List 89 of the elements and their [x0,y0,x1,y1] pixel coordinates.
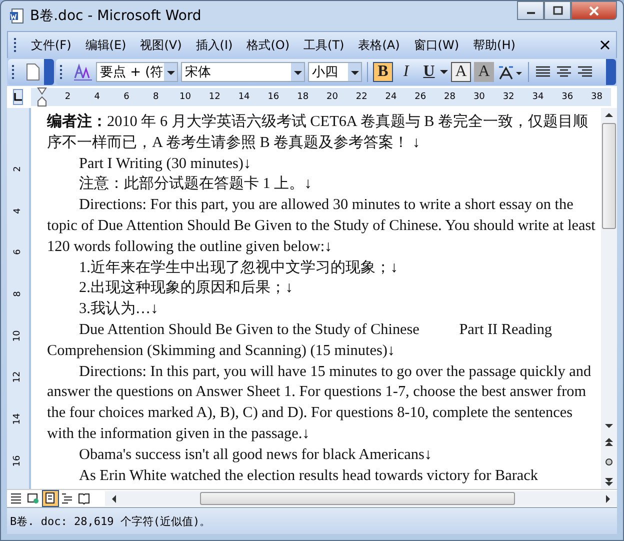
paragraph: Due Attention Should Be Given to the Study of Chinese Part II Reading Comprehension (Skimming and Scanning) (15 minutes)↓ [47,320,554,361]
ruler-number: 24 [385,92,397,102]
web-layout-icon[interactable] [26,491,41,506]
menu-item[interactable]: 编辑(E) [78,34,134,56]
character-border-button[interactable]: A [451,62,471,82]
ruler-number: 18 [297,92,309,102]
ruler-number: 34 [532,92,544,102]
ruler-number: 2 [64,92,71,102]
reading-layout-icon[interactable] [77,491,92,506]
maximize-icon [552,6,564,16]
ruler-number: 8 [153,92,159,102]
ruler-number: 4 [13,208,23,214]
ruler-number: 8 [13,291,23,297]
paragraph: 编者注：2010 年 6 月大学英语六级考试 CET6A 卷真题与 B 卷完全一致，仅题目顺序不一样而已，A 卷考生请参照 B 卷真题及参考答案！ ↓ [47,112,590,153]
paragraph: As Erin White watched the election results head towards victory for Barack [78,466,539,486]
paragraph: 3.我认为…↓ [78,299,160,320]
ruler-number: 14 [238,92,250,102]
font-dropdown[interactable]: 宋体 [181,62,305,82]
normal-view-icon[interactable] [9,491,24,506]
scroll-right-icon[interactable] [606,494,611,502]
ruler-number: 16 [268,92,280,102]
scroll-left-icon[interactable] [111,494,116,502]
style-dropdown[interactable]: 要点 + (符 [96,62,178,82]
menu-item[interactable]: 工具(T) [296,34,352,56]
ruler-number: 32 [502,92,514,102]
ruler-number: 6 [13,249,23,256]
new-document-icon[interactable] [25,63,41,81]
ruler-number: 38 [591,92,602,102]
maximize-button[interactable] [544,1,571,20]
grip-icon [12,65,16,79]
ruler-number: 2 [13,166,23,172]
left-tab-icon [14,93,22,101]
dropdown-arrow-icon[interactable] [440,70,448,74]
underline-button[interactable]: U [419,62,439,82]
ruler-number: 20 [326,92,338,102]
paragraph: 1.近年来在学生中出现了忽视中文学习的现象；↓ [78,258,399,278]
ruler-number: 10 [13,330,23,342]
ruler-number: 36 [562,92,574,102]
scroll-down-icon[interactable] [605,424,613,429]
menu-item[interactable]: 视图(V) [133,34,189,56]
ruler-number: 22 [356,92,368,102]
paragraph: Obama's success isn't all good news for black Americans↓ [78,444,434,465]
ruler-number: 14 [13,413,23,425]
paragraph: Directions: In this part, you will have 15 minutes to go over the passage quickly and answer the questions on Answer Sheet 1. For questions 1-7, choose the best answer from the four choices marked A), B), C) and D). For questions 8-10, complete the sentences with the information given in the passage.↓ [47,362,592,444]
browse-object-icon[interactable] [605,458,613,466]
menu-item[interactable]: 表格(A) [351,34,407,56]
styles-icon[interactable] [73,63,93,81]
paragraph: Part I Writing (30 minutes)↓ [78,154,252,174]
paragraph: Directions: For this part, you are allowed 30 minutes to write a short essay on the topic of Due Attention Should Be Given to the Study of Chinese. You should write at least 120 words following the outline given below:↓ [47,195,596,257]
outline-view-icon[interactable] [60,491,75,506]
menu-item[interactable]: 帮助(H) [466,34,522,56]
ruler-number: 10 [180,92,191,102]
ruler-number: 16 [13,454,23,466]
scrollbar-thumb[interactable] [602,123,616,229]
indent-marker-icon[interactable] [37,87,47,107]
previous-page-icon[interactable] [605,438,613,446]
ruler-number: 12 [208,92,220,102]
print-layout-icon[interactable] [43,491,58,506]
tab-selector[interactable] [13,89,23,105]
status-text: B卷. doc: 28,619 个字符(近似值)。 [10,514,211,528]
grip-icon [14,38,18,52]
next-page-icon[interactable] [605,478,613,486]
ruler-number: 12 [13,372,23,383]
italic-button[interactable]: I [396,62,416,82]
character-shading-button[interactable]: A [474,62,494,82]
menu-item[interactable]: 插入(I) [188,34,240,56]
horizontal-scrollbar[interactable] [105,491,617,506]
document-icon [9,8,25,24]
window-title: B卷.doc - Microsoft Word [30,7,202,25]
ruler-number: 30 [473,92,485,102]
close-button[interactable] [571,1,617,20]
bold-button[interactable]: B [373,62,393,82]
minimize-button[interactable] [517,1,544,20]
scrollbar-thumb[interactable] [200,492,515,505]
scroll-up-icon[interactable] [605,112,613,117]
ruler-number: 4 [94,92,100,102]
close-icon[interactable] [600,40,610,50]
ruler-number: 6 [124,92,130,102]
menu-item[interactable]: 文件(F) [24,34,78,56]
menu-item[interactable]: 格式(O) [240,34,297,56]
paragraph: 2.出现这种现象的原因和后果；↓ [78,278,294,298]
menu-item[interactable]: 窗口(W) [406,34,466,56]
close-icon [588,6,600,16]
paragraph: 注意：此部分试题在答题卡 1 上。↓ [78,174,313,194]
vertical-scrollbar[interactable] [601,108,617,489]
font-size-dropdown[interactable]: 小四 [308,62,362,82]
ruler-number: 28 [444,92,456,102]
ruler-number: 26 [414,92,426,102]
grip-icon [60,65,64,79]
